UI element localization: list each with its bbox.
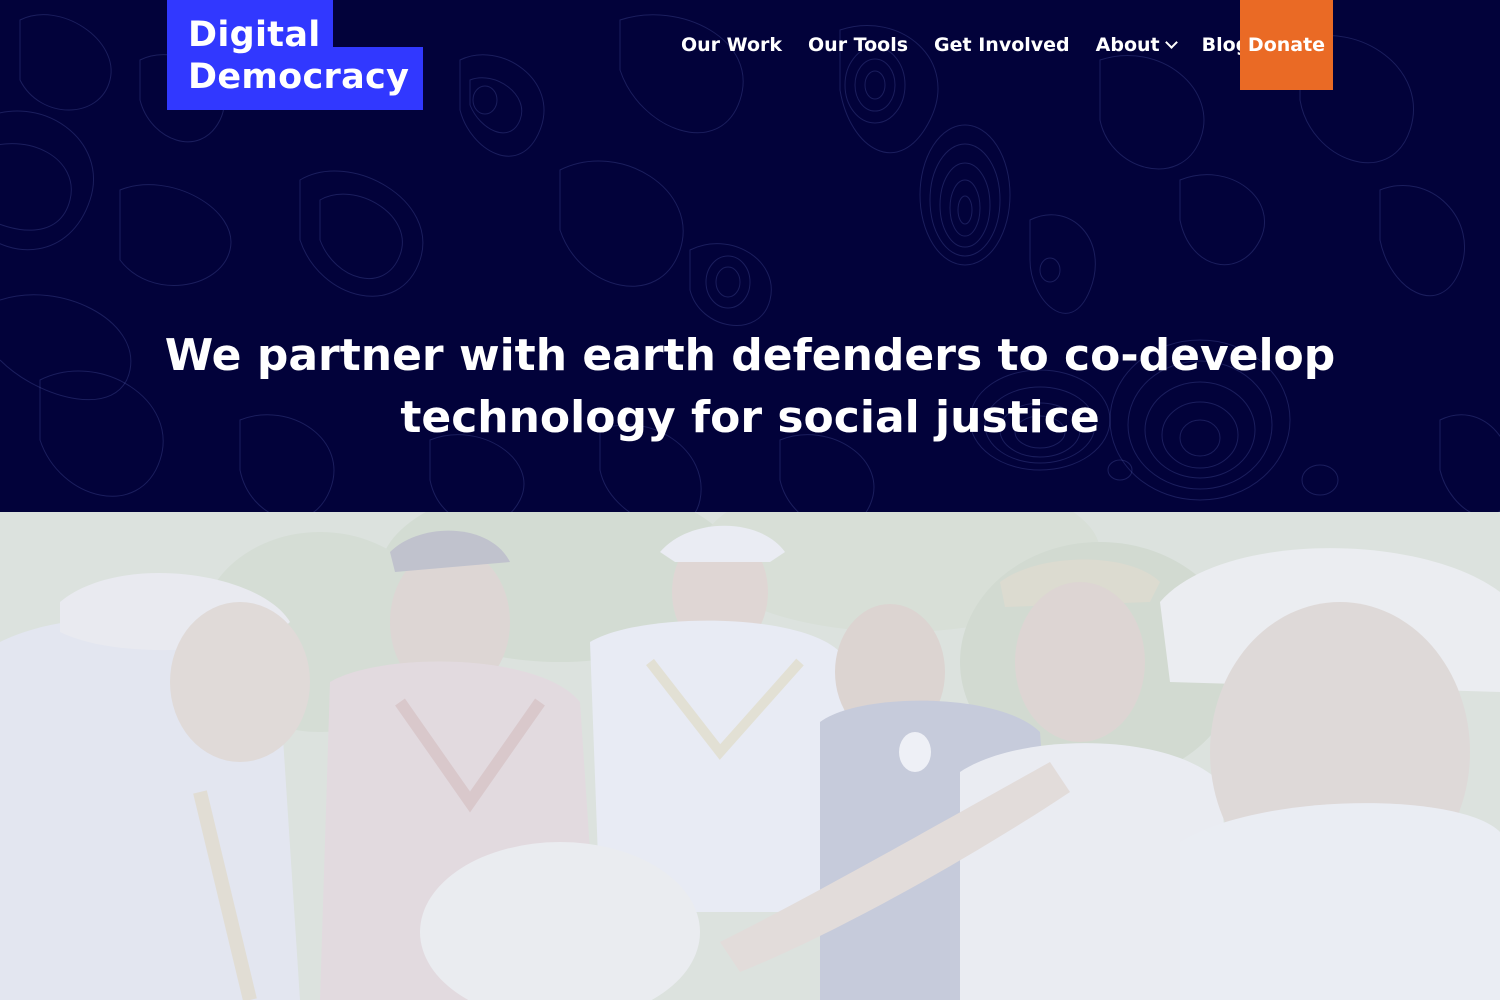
page: Digital Democracy Our Work Our Tools Get… <box>0 0 1500 1000</box>
hero-section: Digital Democracy Our Work Our Tools Get… <box>0 0 1500 512</box>
chevron-down-icon <box>1164 36 1178 49</box>
donate-button[interactable]: Donate <box>1240 0 1333 90</box>
nav-item-get-involved[interactable]: Get Involved <box>921 0 1083 90</box>
nav-item-about-label: About <box>1095 34 1160 56</box>
logo-line-2: Democracy <box>188 57 410 97</box>
logo[interactable]: Digital Democracy <box>167 0 423 110</box>
photo-overlay <box>0 512 1500 1000</box>
nav-item-our-work[interactable]: Our Work <box>668 0 795 90</box>
nav-item-our-tools[interactable]: Our Tools <box>795 0 921 90</box>
hero-photo <box>0 512 1500 1000</box>
logo-line-1: Digital <box>188 15 321 55</box>
nav-item-about[interactable]: About <box>1083 0 1189 90</box>
hero-headline: We partner with earth defenders to co-de… <box>164 330 1336 444</box>
main-nav: Our Work Our Tools Get Involved About Bl… <box>668 0 1262 90</box>
